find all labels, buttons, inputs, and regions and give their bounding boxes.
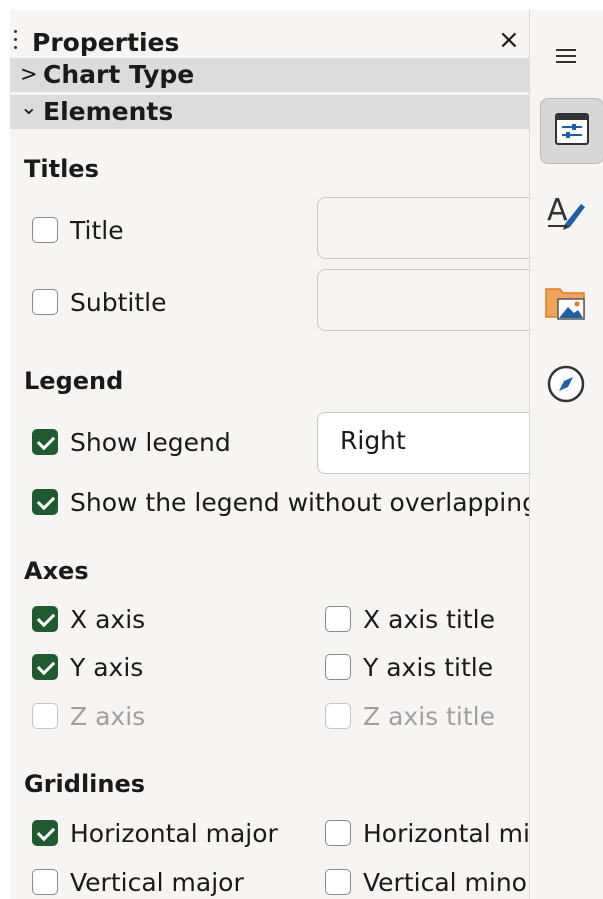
title-checkbox[interactable] [32,217,58,243]
vertical-minor-label: Vertical minor [363,868,529,897]
styles-icon: A [545,192,587,236]
z-axis-title-row: Z axis title [325,701,529,733]
horizontal-major-row[interactable]: Horizontal major [32,818,317,850]
legend-position-dropdown[interactable]: Right [317,412,529,474]
vertical-minor-row[interactable]: Vertical minor [325,867,529,899]
z-axis-checkbox [32,703,58,729]
subtitle-input[interactable] [317,269,529,331]
chevron-right-icon: > [20,62,38,86]
legend-no-overlap-row[interactable]: Show the legend without overlapping the … [32,487,529,519]
legend-heading: Legend [24,367,124,395]
subtitle-checkbox[interactable] [32,289,58,315]
properties-panel: Properties × > Chart Type ⌄ Elements Tit… [10,10,529,899]
hamburger-menu-icon[interactable] [540,30,592,82]
tab-gallery[interactable] [540,278,592,330]
subtitle-label: Subtitle [70,288,167,317]
title-label: Title [70,216,124,245]
section-label: Elements [43,97,174,126]
sidebar-tabbar: A [529,10,603,899]
z-axis-row: Z axis [32,701,302,733]
section-elements[interactable]: ⌄ Elements [10,95,529,129]
show-legend-row[interactable]: Show legend [32,427,302,459]
x-axis-checkbox[interactable] [32,606,58,632]
legend-no-overlap-checkbox[interactable] [32,489,58,515]
title-input[interactable] [317,197,529,259]
vertical-minor-checkbox[interactable] [325,869,351,895]
svg-text:A: A [547,193,568,228]
tab-styles[interactable]: A [540,188,592,240]
show-legend-label: Show legend [70,428,231,457]
gallery-icon [544,283,588,325]
x-axis-title-row[interactable]: X axis title [325,604,529,636]
section-label: Chart Type [43,60,195,89]
legend-no-overlap-label: Show the legend without overlapping the … [70,488,529,517]
panel-title: Properties [32,28,180,57]
vertical-major-label: Vertical major [70,868,244,897]
navigator-icon [546,364,586,408]
close-button[interactable]: × [498,26,520,54]
horizontal-minor-row[interactable]: Horizontal minor [325,818,529,850]
legend-position-value: Right [340,426,406,455]
horizontal-major-checkbox[interactable] [32,820,58,846]
horizontal-major-label: Horizontal major [70,819,278,848]
drag-handle[interactable] [14,30,17,52]
z-axis-title-label: Z axis title [363,702,495,731]
horizontal-minor-label: Horizontal minor [363,819,529,848]
horizontal-minor-checkbox[interactable] [325,820,351,846]
title-checkbox-row[interactable]: Title [32,215,302,247]
tab-properties[interactable] [540,98,603,164]
panel-header: Properties × [10,20,529,60]
vertical-major-checkbox[interactable] [32,869,58,895]
properties-icon [554,112,590,150]
x-axis-title-label: X axis title [363,605,495,634]
x-axis-title-checkbox[interactable] [325,606,351,632]
chevron-down-icon: ⌄ [20,95,38,119]
z-axis-title-checkbox [325,703,351,729]
y-axis-title-checkbox[interactable] [325,654,351,680]
x-axis-label: X axis [70,605,146,634]
y-axis-title-row[interactable]: Y axis title [325,652,529,684]
x-axis-row[interactable]: X axis [32,604,302,636]
vertical-major-row[interactable]: Vertical major [32,867,317,899]
tab-navigator[interactable] [540,360,592,412]
y-axis-checkbox[interactable] [32,654,58,680]
gridlines-heading: Gridlines [24,770,146,798]
show-legend-checkbox[interactable] [32,429,58,455]
y-axis-label: Y axis [70,653,144,682]
z-axis-label: Z axis [70,702,146,731]
titles-heading: Titles [24,155,99,183]
y-axis-title-label: Y axis title [363,653,494,682]
axes-heading: Axes [24,557,89,585]
section-chart-type[interactable]: > Chart Type [10,58,529,92]
y-axis-row[interactable]: Y axis [32,652,302,684]
subtitle-checkbox-row[interactable]: Subtitle [32,287,302,319]
